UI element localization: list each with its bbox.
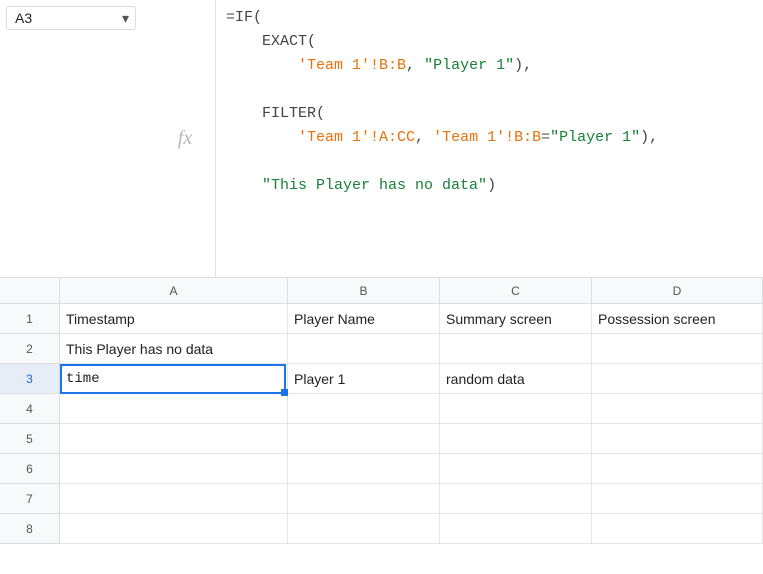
cell[interactable] xyxy=(440,454,592,484)
name-box-area: A3 ▾ xyxy=(0,0,155,277)
row-header-2[interactable]: 2 xyxy=(0,334,60,364)
cell[interactable] xyxy=(592,394,763,424)
cell[interactable] xyxy=(592,514,763,544)
cell[interactable]: Player 1 xyxy=(288,364,440,394)
col-header-b[interactable]: B xyxy=(288,278,440,304)
row-header-4[interactable]: 4 xyxy=(0,394,60,424)
cell[interactable]: Possession screen xyxy=(592,304,763,334)
cell[interactable] xyxy=(440,394,592,424)
col-header-a[interactable]: A xyxy=(60,278,288,304)
cell[interactable] xyxy=(60,484,288,514)
row-header-5[interactable]: 5 xyxy=(0,424,60,454)
cell[interactable] xyxy=(592,484,763,514)
column-headers: A B C D xyxy=(60,278,763,304)
row-header-1[interactable]: 1 xyxy=(0,304,60,334)
name-box[interactable]: A3 ▾ xyxy=(6,6,136,30)
cell[interactable] xyxy=(440,514,592,544)
cell[interactable] xyxy=(440,424,592,454)
col-header-c[interactable]: C xyxy=(440,278,592,304)
cell[interactable] xyxy=(288,394,440,424)
cell[interactable] xyxy=(592,364,763,394)
row-header-7[interactable]: 7 xyxy=(0,484,60,514)
row-header-6[interactable]: 6 xyxy=(0,454,60,484)
cell[interactable] xyxy=(592,424,763,454)
chevron-down-icon[interactable]: ▾ xyxy=(122,10,129,27)
cell[interactable]: This Player has no data xyxy=(60,334,288,364)
cell[interactable] xyxy=(288,484,440,514)
row-header-8[interactable]: 8 xyxy=(0,514,60,544)
cell[interactable] xyxy=(440,334,592,364)
formula-bar[interactable]: =IF( EXACT( 'Team 1'!B:B, "Player 1"), F… xyxy=(215,0,763,277)
name-box-value: A3 xyxy=(15,10,32,26)
col-header-d[interactable]: D xyxy=(592,278,763,304)
cell[interactable] xyxy=(440,484,592,514)
select-all-corner[interactable] xyxy=(0,278,60,304)
fx-column: fx xyxy=(155,0,215,277)
cell[interactable] xyxy=(60,454,288,484)
cell[interactable] xyxy=(288,424,440,454)
cell[interactable]: Summary screen xyxy=(440,304,592,334)
row-header-3[interactable]: 3 xyxy=(0,364,60,394)
cell[interactable]: random data xyxy=(440,364,592,394)
formula-text: =IF( EXACT( 'Team 1'!B:B, "Player 1"), F… xyxy=(226,6,753,198)
spreadsheet-grid: A B C D 1 Timestamp Player Name Summary … xyxy=(0,278,763,544)
cell[interactable]: Timestamp xyxy=(60,304,288,334)
cell[interactable]: Player Name xyxy=(288,304,440,334)
fx-icon: fx xyxy=(178,127,192,150)
cell[interactable] xyxy=(60,394,288,424)
cell[interactable] xyxy=(60,424,288,454)
cell[interactable] xyxy=(288,514,440,544)
cell-selected[interactable]: time xyxy=(60,364,288,394)
cell[interactable] xyxy=(592,334,763,364)
cell[interactable] xyxy=(288,334,440,364)
cell[interactable] xyxy=(288,454,440,484)
cell[interactable] xyxy=(60,514,288,544)
cell[interactable] xyxy=(592,454,763,484)
